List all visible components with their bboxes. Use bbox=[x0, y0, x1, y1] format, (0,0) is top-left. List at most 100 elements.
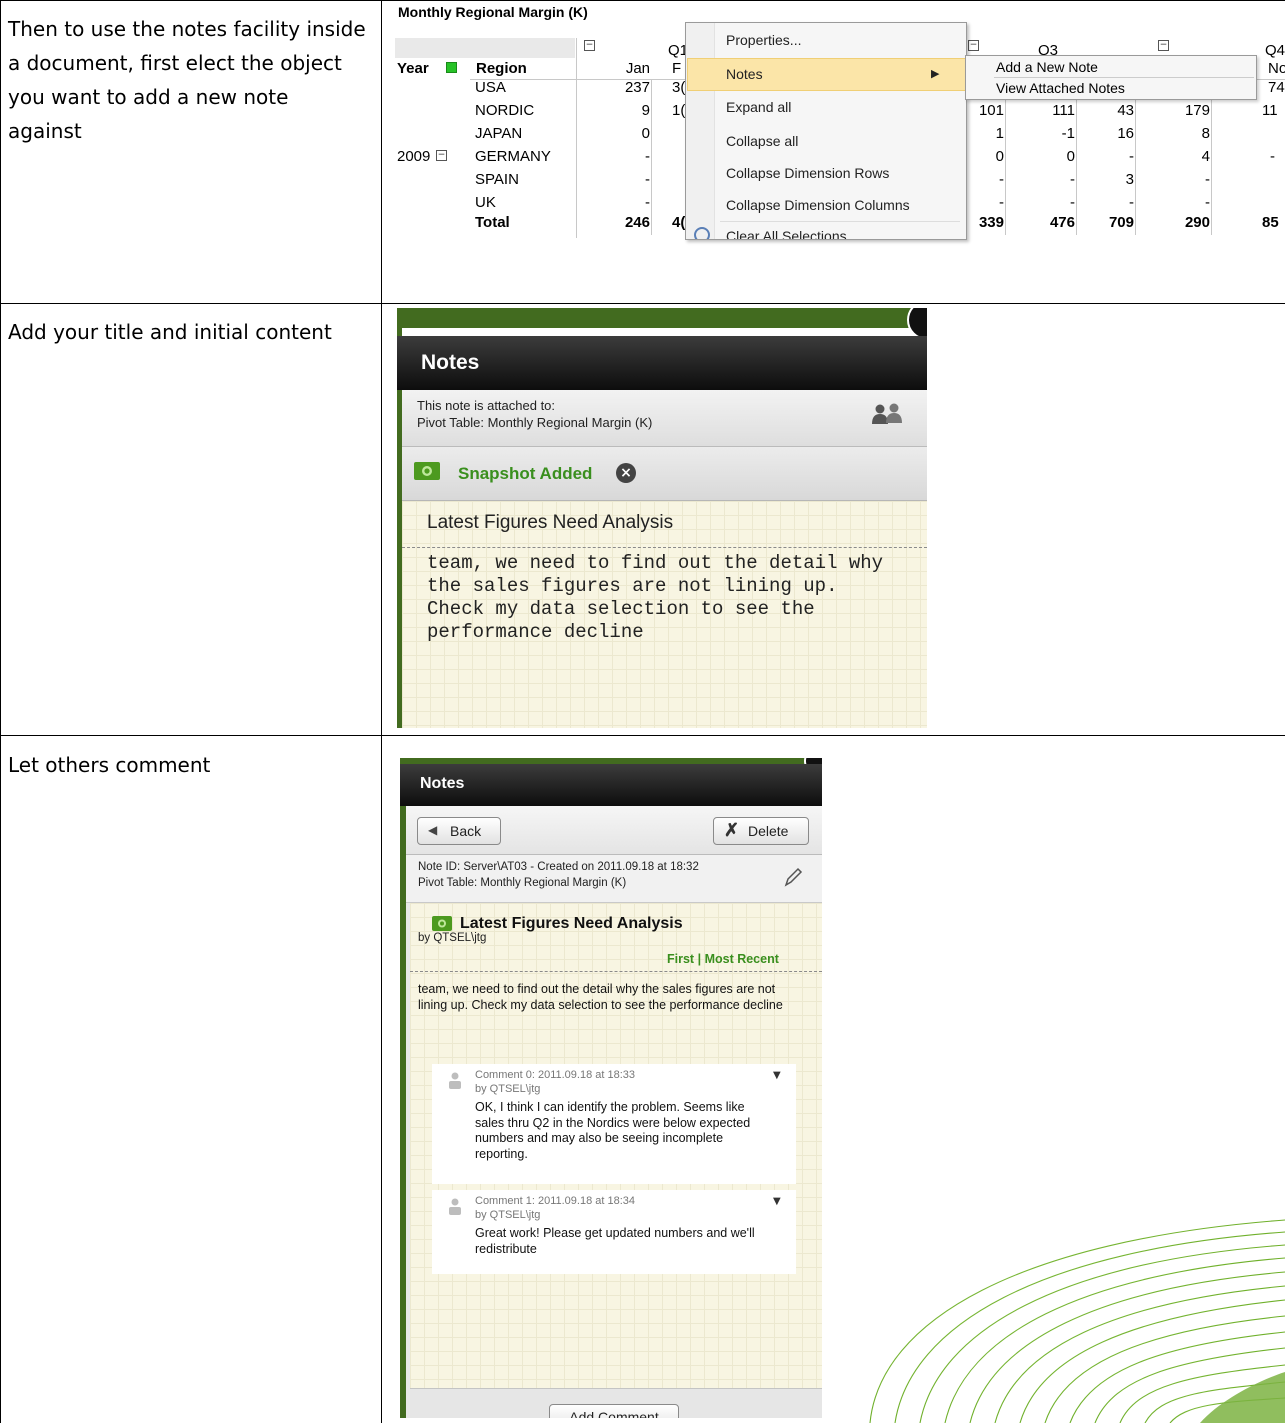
cell-c5-nordic: 11 bbox=[1262, 102, 1278, 119]
region-spain: SPAIN bbox=[475, 171, 519, 188]
comment-header: Comment 0: 2011.09.18 at 18:33 bbox=[475, 1069, 636, 1081]
delete-x-icon: ✗ bbox=[724, 820, 740, 840]
cell-feb-usa: 3( bbox=[672, 79, 686, 96]
nav-most-recent-link[interactable]: Most Recent bbox=[705, 952, 779, 966]
panel-title: Notes bbox=[420, 775, 465, 792]
nav-first-link[interactable]: First bbox=[667, 952, 694, 966]
note-title-input[interactable]: Latest Figures Need Analysis bbox=[427, 512, 673, 534]
comment-card: Comment 0: 2011.09.18 at 18:33 by QTSEL\… bbox=[432, 1064, 796, 1184]
pivot-title: Monthly Regional Margin (K) bbox=[398, 4, 588, 20]
pivot-grid-line bbox=[1211, 79, 1212, 235]
submenu-separator bbox=[994, 77, 1254, 78]
comment-card: Comment 1: 2011.09.18 at 18:34 by QTSEL\… bbox=[432, 1190, 796, 1274]
table-border-top bbox=[0, 0, 1285, 1]
cell-jan-germany: - bbox=[645, 148, 650, 165]
cell-c5-total: 85 bbox=[1262, 214, 1279, 231]
notes-panel-edit: Notes This note is attached to: Pivot Ta… bbox=[397, 308, 927, 728]
cell-c3-uk: - bbox=[1129, 194, 1134, 211]
users-icon[interactable] bbox=[871, 403, 905, 425]
clear-selections-icon bbox=[694, 227, 710, 239]
cell-c4-japan: 8 bbox=[1201, 125, 1210, 142]
region-japan: JAPAN bbox=[475, 125, 523, 142]
menu-item-expand-all[interactable]: Expand all bbox=[726, 99, 791, 115]
collapse-q1-icon[interactable]: − bbox=[584, 40, 595, 51]
column-header-feb: F bbox=[672, 60, 682, 77]
cell-c2-spain: - bbox=[1070, 171, 1075, 188]
column-header-nov: No bbox=[1268, 60, 1285, 77]
context-menu: Properties... Notes ▶ Expand all Collaps… bbox=[685, 22, 967, 240]
attached-to-label: This note is attached to: bbox=[417, 398, 556, 413]
note-title: Latest Figures Need Analysis bbox=[460, 915, 683, 932]
cell-c3-spain: 3 bbox=[1125, 171, 1134, 188]
step-3-text: Let others comment bbox=[8, 753, 211, 777]
attached-object-label: Pivot Table: Monthly Regional Margin (K) bbox=[417, 415, 653, 430]
cell-jan-japan: 0 bbox=[641, 125, 650, 142]
cell-c2-total: 476 bbox=[1049, 214, 1075, 231]
note-author: by QTSEL\jtg bbox=[418, 932, 487, 944]
column-header-region: Region bbox=[476, 60, 527, 77]
quarter-q4-header: Q4 bbox=[1265, 42, 1285, 59]
menu-item-collapse-dimension-columns[interactable]: Collapse Dimension Columns bbox=[726, 197, 910, 213]
comment-author: by QTSEL\jtg bbox=[475, 1209, 541, 1221]
title-divider bbox=[402, 547, 927, 548]
region-usa: USA bbox=[475, 79, 506, 96]
table-column-divider bbox=[381, 0, 382, 1423]
cell-c4-spain: - bbox=[1205, 171, 1210, 188]
menu-item-notes[interactable]: Notes bbox=[726, 66, 763, 82]
selection-indicator-icon bbox=[446, 62, 457, 73]
note-body: team, we need to find out the detail why… bbox=[418, 982, 783, 1012]
cell-c2-germany: 0 bbox=[1066, 148, 1075, 165]
collapse-q4-icon[interactable]: − bbox=[1158, 40, 1169, 51]
cell-jan-nordic: 9 bbox=[641, 102, 650, 119]
nav-separator: | bbox=[697, 952, 702, 966]
delete-button[interactable]: ✗ Delete bbox=[713, 817, 809, 845]
context-menu-icon-strip bbox=[686, 23, 715, 239]
submenu-add-new-note[interactable]: Add a New Note bbox=[996, 59, 1098, 75]
note-body-textarea[interactable]: team, we need to find out the detail why… bbox=[427, 552, 907, 644]
back-button[interactable]: ◀ Back bbox=[417, 817, 501, 845]
notes-panel-view: Notes ◀ Back ✗ Delete Note ID: Server\AT… bbox=[400, 758, 822, 1418]
remove-snapshot-icon[interactable]: × bbox=[616, 463, 636, 483]
submenu-view-attached-notes[interactable]: View Attached Notes bbox=[996, 80, 1125, 96]
camera-icon bbox=[432, 916, 452, 931]
cell-c2-nordic: 111 bbox=[1052, 102, 1075, 119]
cell-c4-total: 290 bbox=[1184, 214, 1210, 231]
add-comment-button[interactable]: Add Comment bbox=[549, 1404, 679, 1418]
collapse-q3-icon[interactable]: − bbox=[968, 40, 979, 51]
edit-pencil-icon[interactable] bbox=[783, 866, 803, 888]
collapse-year-icon[interactable]: − bbox=[436, 150, 447, 161]
step-2-text: Add your title and initial content bbox=[8, 320, 332, 344]
chevron-down-icon[interactable]: ▼ bbox=[773, 1070, 781, 1081]
green-swoosh-graphic bbox=[869, 1219, 1285, 1423]
menu-item-properties[interactable]: Properties... bbox=[726, 32, 801, 48]
region-uk: UK bbox=[475, 194, 496, 211]
menu-separator bbox=[720, 221, 960, 222]
cell-jan-usa: 237 bbox=[624, 79, 650, 96]
menu-item-collapse-dimension-rows[interactable]: Collapse Dimension Rows bbox=[726, 165, 889, 181]
snapshot-added-label: Snapshot Added bbox=[458, 464, 593, 483]
column-header-year: Year bbox=[397, 60, 429, 77]
back-button-label: Back bbox=[450, 823, 482, 839]
chevron-down-icon[interactable]: ▼ bbox=[773, 1196, 781, 1207]
panel-title: Notes bbox=[421, 351, 480, 374]
menu-item-clear-all-selections[interactable]: Clear All Selections bbox=[726, 228, 847, 239]
pivot-header-band bbox=[395, 38, 575, 58]
user-avatar-icon bbox=[449, 1072, 461, 1089]
submenu-arrow-icon: ▶ bbox=[931, 68, 940, 80]
cell-c3-nordic: 43 bbox=[1117, 102, 1134, 119]
notes-submenu: Add a New Note View Attached Notes bbox=[965, 55, 1257, 100]
comment-author: by QTSEL\jtg bbox=[475, 1083, 541, 1095]
cell-c2-uk: - bbox=[1070, 194, 1075, 211]
cell-jan-total: 246 bbox=[624, 214, 650, 231]
menu-item-collapse-all[interactable]: Collapse all bbox=[726, 133, 798, 149]
cell-c2-japan: -1 bbox=[1061, 125, 1075, 142]
cell-c3-germany: - bbox=[1129, 148, 1134, 165]
comment-body: Great work! Please get updated numbers a… bbox=[475, 1226, 755, 1256]
step-1-text: Then to use the notes facility inside a … bbox=[8, 17, 366, 143]
cell-c3-total: 709 bbox=[1108, 214, 1134, 231]
region-total: Total bbox=[475, 214, 510, 231]
comment-header: Comment 1: 2011.09.18 at 18:34 bbox=[475, 1195, 636, 1207]
note-id-label: Note ID: Server\AT03 - Created on 2011.0… bbox=[418, 861, 699, 873]
cell-jan-uk: - bbox=[645, 194, 650, 211]
title-divider bbox=[410, 971, 822, 972]
